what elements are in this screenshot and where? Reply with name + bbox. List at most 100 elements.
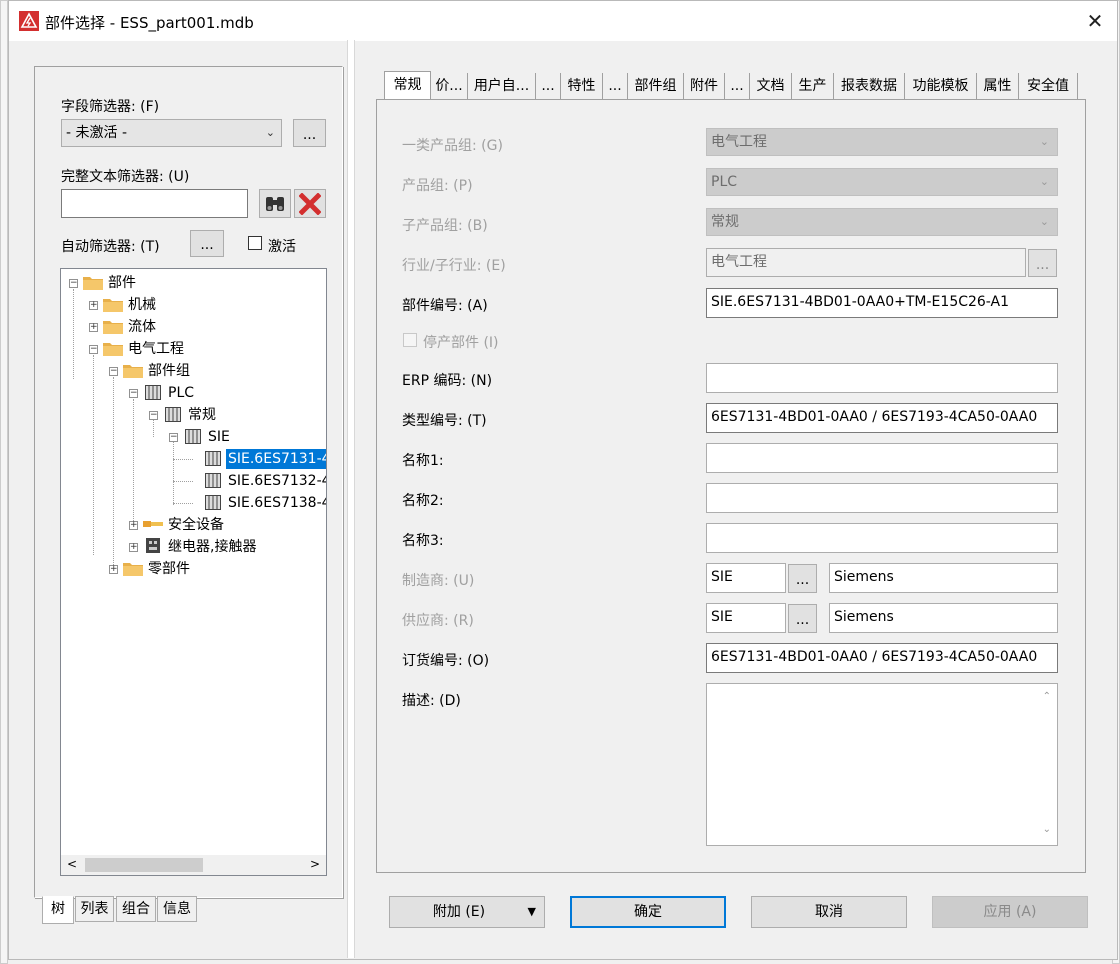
collapse-toggle[interactable]: − <box>69 279 78 288</box>
tab-more-2[interactable]: ... <box>603 73 628 99</box>
expand-toggle[interactable]: + <box>129 543 138 552</box>
folder-icon <box>103 321 123 334</box>
tab-combination[interactable]: 组合 <box>116 896 156 922</box>
part-tree[interactable]: − 部件 + 机械 + 流体 − 电气工程 − 部件组 − PLC − 常规 −… <box>60 268 327 876</box>
tree-node-part-group[interactable]: 部件组 <box>148 361 190 381</box>
tab-safety-values[interactable]: 安全值 <box>1019 73 1078 99</box>
description-label: 描述: (D) <box>402 693 461 709</box>
tree-node-components[interactable]: 零部件 <box>148 559 190 579</box>
manufacturer-name-field[interactable]: Siemens <box>829 563 1058 593</box>
extra-dropdown-button[interactable]: 附加 (E) ▼ <box>389 896 545 928</box>
collapse-toggle[interactable]: − <box>89 345 98 354</box>
plc-icon <box>205 473 221 488</box>
scroll-down-icon[interactable]: ⌄ <box>1043 817 1051 843</box>
tree-node-general[interactable]: 常规 <box>188 405 216 425</box>
manufacturer-label: 制造商: (U) <box>402 573 475 589</box>
search-button[interactable] <box>259 189 291 218</box>
field-filter-more-button[interactable]: ... <box>293 119 326 147</box>
plc-icon <box>185 429 201 444</box>
tree-node-part[interactable]: SIE.6ES7138-4 <box>228 493 326 513</box>
field-filter-select[interactable]: - 未激活 - ⌄ <box>61 119 282 147</box>
order-number-field[interactable]: 6ES7131-4BD01-0AA0 / 6ES7193-4CA50-0AA0 <box>706 643 1058 673</box>
clear-filter-button[interactable] <box>294 189 326 218</box>
tree-line <box>173 459 193 460</box>
supplier-name-field[interactable]: Siemens <box>829 603 1058 633</box>
tree-node-sie[interactable]: SIE <box>208 427 230 447</box>
product-group-value: PLC <box>711 174 738 190</box>
description-textarea[interactable]: ⌃ ⌄ <box>706 683 1058 846</box>
tree-node-mechanical[interactable]: 机械 <box>128 295 156 315</box>
panel-splitter[interactable] <box>347 40 355 958</box>
tab-general[interactable]: 常规 <box>384 71 431 100</box>
expand-toggle[interactable]: + <box>89 301 98 310</box>
tab-more-1[interactable]: ... <box>536 73 561 99</box>
auto-filter-label: 自动筛选器: (T) <box>61 239 160 255</box>
product-group-1-select: 电气工程 ⌄ <box>706 128 1058 156</box>
tree-node-part-selected[interactable]: SIE.6ES7131-4 <box>226 449 326 469</box>
industry-label: 行业/子行业: (E) <box>402 258 506 274</box>
tab-accessories[interactable]: 附件 <box>684 73 725 99</box>
background-window-edge <box>0 0 8 964</box>
name2-field[interactable] <box>706 483 1058 513</box>
expand-toggle[interactable]: + <box>109 565 118 574</box>
ok-button[interactable]: 确定 <box>570 896 726 928</box>
title-bar: 部件选择 - ESS_part001.mdb ✕ <box>9 1 1117 41</box>
discontinued-checkbox <box>403 333 417 347</box>
close-button[interactable]: ✕ <box>1083 9 1107 33</box>
activate-checkbox[interactable] <box>248 236 262 250</box>
scroll-up-icon[interactable]: ⌃ <box>1043 684 1051 710</box>
tree-line <box>93 355 94 555</box>
tab-info[interactable]: 信息 <box>157 896 197 922</box>
tab-production[interactable]: 生产 <box>792 73 834 99</box>
auto-filter-more-button[interactable]: ... <box>190 230 224 257</box>
eplan-app-icon <box>19 11 39 31</box>
tab-price[interactable]: 价... <box>431 73 468 99</box>
tree-node-parts[interactable]: 部件 <box>108 273 136 293</box>
tree-node-fluid[interactable]: 流体 <box>128 317 156 337</box>
scrollbar-thumb[interactable] <box>85 858 203 872</box>
tab-function-template[interactable]: 功能模板 <box>905 73 977 99</box>
tree-node-plc[interactable]: PLC <box>168 383 194 403</box>
folder-icon <box>123 563 143 576</box>
tab-more-3[interactable]: ... <box>725 73 750 99</box>
tab-attributes[interactable]: 属性 <box>977 73 1019 99</box>
tree-node-electrical[interactable]: 电气工程 <box>128 339 184 359</box>
supplier-more-button[interactable]: ... <box>788 604 817 633</box>
tree-horizontal-scrollbar[interactable]: < > <box>61 855 326 875</box>
supplier-code-field[interactable]: SIE <box>706 603 786 633</box>
red-x-icon <box>298 192 322 216</box>
tree-node-safety[interactable]: 安全设备 <box>168 515 224 535</box>
manufacturer-more-button[interactable]: ... <box>788 564 817 593</box>
cancel-button[interactable]: 取消 <box>751 896 907 928</box>
supplier-label: 供应商: (R) <box>402 613 474 629</box>
scroll-left-icon[interactable]: < <box>67 857 77 871</box>
fulltext-filter-input[interactable] <box>61 189 248 218</box>
tab-documents[interactable]: 文档 <box>750 73 792 99</box>
type-number-field[interactable]: 6ES7131-4BD01-0AA0 / 6ES7193-4CA50-0AA0 <box>706 403 1058 433</box>
folder-icon <box>103 343 123 356</box>
relay-icon <box>146 538 160 553</box>
tab-tree[interactable]: 树 <box>42 896 74 924</box>
tree-node-part[interactable]: SIE.6ES7132-4 <box>228 471 326 491</box>
tab-list[interactable]: 列表 <box>75 896 114 922</box>
collapse-toggle[interactable]: − <box>149 411 158 420</box>
tree-node-relay[interactable]: 继电器,接触器 <box>168 537 256 557</box>
name1-label: 名称1: <box>402 453 444 469</box>
part-number-field[interactable]: SIE.6ES7131-4BD01-0AA0+TM-E15C26-A1 <box>706 288 1058 318</box>
collapse-toggle[interactable]: − <box>169 433 178 442</box>
expand-toggle[interactable]: + <box>129 521 138 530</box>
scroll-right-icon[interactable]: > <box>310 857 320 871</box>
tab-properties[interactable]: 特性 <box>561 73 603 99</box>
collapse-toggle[interactable]: − <box>109 367 118 376</box>
manufacturer-code-field[interactable]: SIE <box>706 563 786 593</box>
field-filter-label: 字段筛选器: (F) <box>61 99 160 115</box>
name1-field[interactable] <box>706 443 1058 473</box>
order-number-label: 订货编号: (O) <box>402 653 490 669</box>
expand-toggle[interactable]: + <box>89 323 98 332</box>
collapse-toggle[interactable]: − <box>129 389 138 398</box>
tab-user-defined[interactable]: 用户自... <box>468 73 536 99</box>
tab-part-group[interactable]: 部件组 <box>628 73 684 99</box>
name3-field[interactable] <box>706 523 1058 553</box>
tab-report-data[interactable]: 报表数据 <box>834 73 905 99</box>
erp-field[interactable] <box>706 363 1058 393</box>
